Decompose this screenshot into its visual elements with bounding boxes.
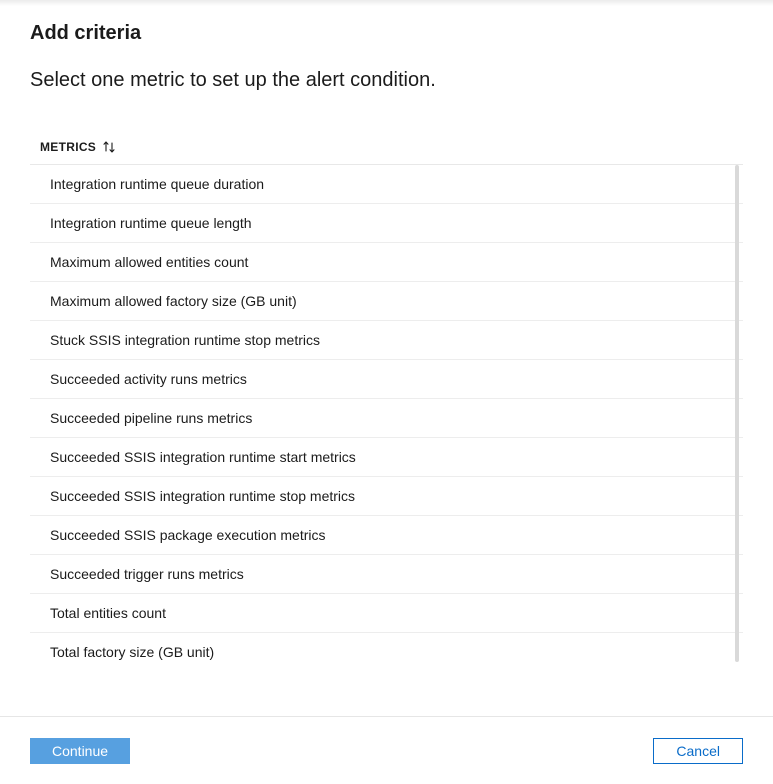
metric-row[interactable]: Succeeded pipeline runs metrics [30, 399, 743, 438]
metric-row[interactable]: Succeeded trigger runs metrics [30, 555, 743, 594]
metrics-column-label: METRICS [40, 140, 96, 154]
metric-row[interactable]: Total entities count [30, 594, 743, 633]
metrics-list-container: Integration runtime queue durationIntegr… [30, 164, 743, 662]
metric-row[interactable]: Maximum allowed entities count [30, 243, 743, 282]
page-subtitle: Select one metric to set up the alert co… [30, 69, 743, 92]
metric-row[interactable]: Integration runtime queue duration [30, 165, 743, 204]
scrollbar[interactable] [735, 165, 739, 662]
metric-row[interactable]: Succeeded SSIS package execution metrics [30, 516, 743, 555]
sort-icon [102, 141, 116, 153]
metric-row[interactable]: Stuck SSIS integration runtime stop metr… [30, 321, 743, 360]
metric-row[interactable]: Total factory size (GB unit) [30, 633, 743, 662]
page-title: Add criteria [30, 22, 743, 45]
continue-button[interactable]: Continue [30, 738, 130, 764]
metric-row[interactable]: Succeeded activity runs metrics [30, 360, 743, 399]
metric-row[interactable]: Maximum allowed factory size (GB unit) [30, 282, 743, 321]
metrics-column-header[interactable]: METRICS [30, 140, 743, 164]
cancel-button[interactable]: Cancel [653, 738, 743, 764]
metric-row[interactable]: Integration runtime queue length [30, 204, 743, 243]
footer: Continue Cancel [0, 716, 773, 784]
metric-row[interactable]: Succeeded SSIS integration runtime stop … [30, 477, 743, 516]
metrics-list: Integration runtime queue durationIntegr… [30, 165, 743, 662]
content-area: Add criteria Select one metric to set up… [0, 0, 773, 662]
metric-row[interactable]: Succeeded SSIS integration runtime start… [30, 438, 743, 477]
